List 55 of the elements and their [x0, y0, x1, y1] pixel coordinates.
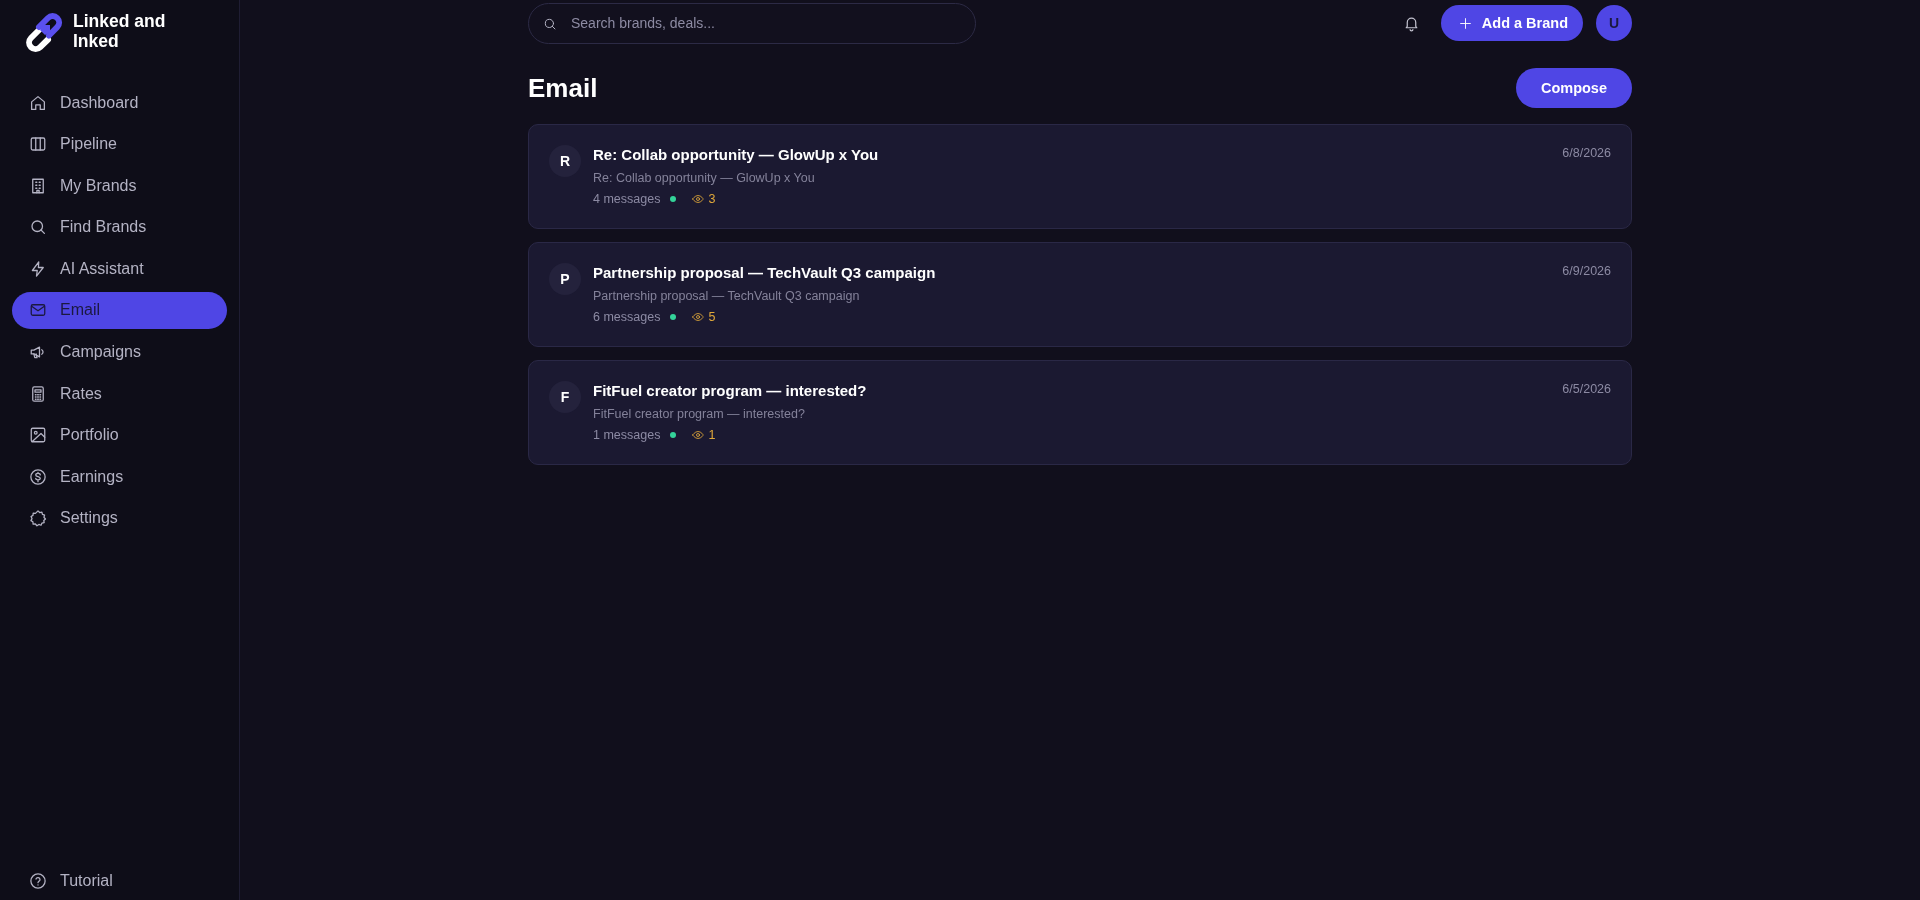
settings-icon [29, 509, 47, 528]
thread-subject: Partnership proposal — TechVault Q3 campaign [593, 263, 936, 283]
view-count: 5 [708, 310, 716, 324]
view-count: 1 [708, 428, 716, 442]
nav-item[interactable]: Rates [12, 375, 227, 413]
thread-preview: FitFuel creator program — interested? [593, 407, 805, 421]
search-icon [29, 218, 47, 237]
calculator-icon [29, 384, 47, 403]
building-icon [29, 176, 47, 195]
image-icon [29, 426, 47, 445]
sender-avatar: P [549, 263, 581, 295]
thread-date: 6/5/2026 [1562, 381, 1611, 397]
nav-item[interactable]: Pipeline [12, 125, 227, 163]
home-icon [29, 93, 47, 112]
message-count: 4 messages [593, 192, 661, 206]
plus-icon [1458, 16, 1472, 30]
add-brand-button[interactable]: Add a Brand [1440, 5, 1583, 41]
nav-item[interactable]: Campaigns [12, 333, 227, 371]
lightning-icon [29, 259, 47, 278]
email-thread-card[interactable]: F FitFuel creator program — interested? FitFuel creator program — interested? 1 messages 1 6/5/2026 [528, 360, 1632, 465]
eye-icon [692, 311, 705, 323]
thread-date: 6/9/2026 [1562, 263, 1611, 279]
eye-icon [692, 193, 705, 205]
thread-date: 6/8/2026 [1562, 145, 1611, 161]
thread-preview: Re: Collab opportunity — GlowUp x You [593, 171, 815, 185]
email-thread-card[interactable]: P Partnership proposal — TechVault Q3 campaign Partnership proposal — TechVault Q3 campaign 6 messages 5 6/9/2026 [528, 242, 1632, 347]
search-icon [543, 16, 557, 31]
nav-item[interactable]: Earnings [12, 458, 227, 496]
message-count: 6 messages [593, 310, 661, 324]
page-title: Email [528, 72, 598, 104]
thread-subject: FitFuel creator program — interested? [593, 381, 867, 401]
status-dot-icon [670, 432, 677, 438]
email-thread-card[interactable]: R Re: Collab opportunity — GlowUp x You Re: Collab opportunity — GlowUp x You 4 messages 3 6/8/2026 [528, 124, 1632, 229]
thread-preview: Partnership proposal — TechVault Q3 campaign [593, 289, 860, 303]
help-icon [29, 871, 47, 890]
nav-item[interactable]: My Brands [12, 167, 227, 205]
eye-icon [692, 429, 705, 441]
message-count: 1 messages [593, 428, 661, 442]
status-dot-icon [670, 314, 677, 320]
nav-item[interactable]: Find Brands [12, 208, 227, 246]
dollar-icon [29, 467, 47, 486]
columns-icon [29, 135, 47, 154]
thread-subject: Re: Collab opportunity — GlowUp x You [593, 145, 879, 165]
nav-item[interactable]: Tutorial [12, 862, 113, 899]
search-field[interactable]: Search brands, deals... [528, 2, 976, 44]
status-dot-icon [670, 196, 677, 202]
nav-item[interactable]: AI Assistant [12, 250, 227, 288]
nav-item[interactable]: Settings [12, 499, 227, 537]
sender-avatar: R [549, 145, 581, 177]
nav-item[interactable]: Dashboard [12, 84, 227, 121]
nav-item[interactable]: Portfolio [12, 416, 227, 454]
compose-button[interactable]: Compose [1515, 68, 1632, 108]
view-count: 3 [708, 192, 716, 206]
brand-name: Linked and Inked [73, 11, 167, 51]
sender-avatar: F [549, 381, 581, 413]
